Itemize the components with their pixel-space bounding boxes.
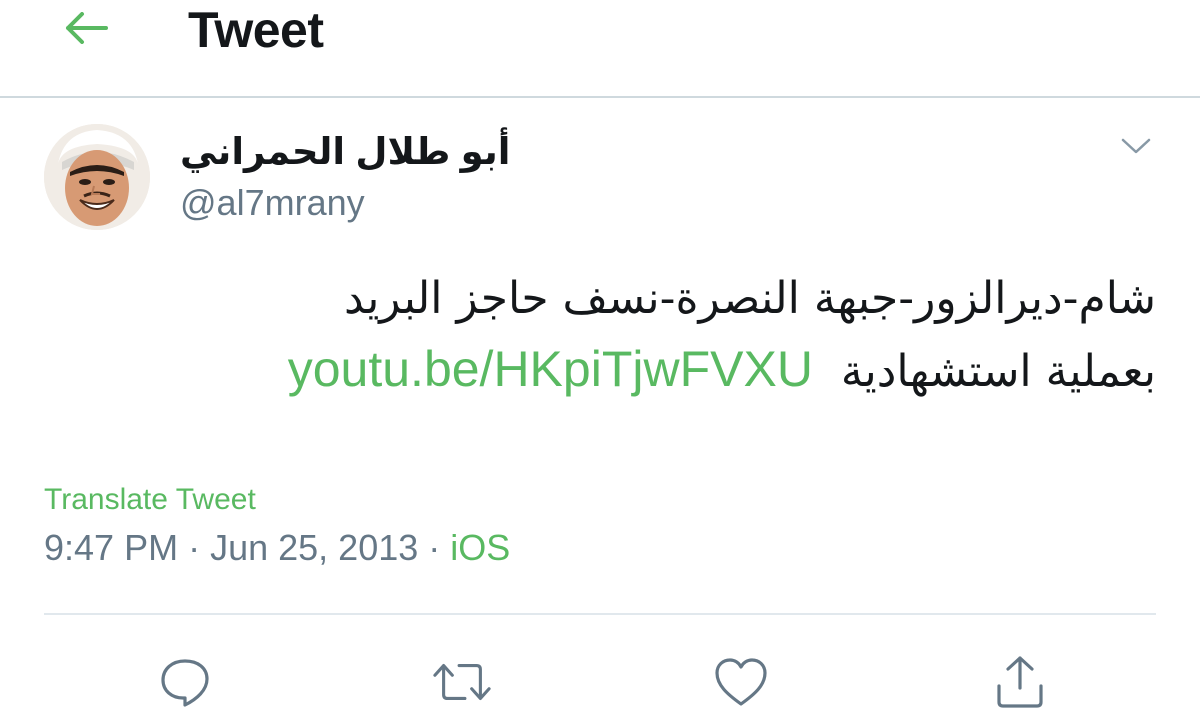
divider [44, 613, 1156, 615]
retweet-icon [433, 664, 491, 700]
tweet-text-line-1: شام-ديرالزور-جبهة النصرة-نسف حاجز البريد [343, 273, 1156, 324]
tweet-text-line-2-words: بعملية استشهادية [840, 346, 1156, 397]
tweet-meta: 9:47 PM · Jun 25, 2013 · iOS [44, 527, 510, 569]
back-button[interactable] [58, 6, 114, 50]
tweet-text-line-2: بعملية استشهادية youtu.be/HKpiTjwFVXU [46, 334, 1156, 407]
meta-separator: · [188, 527, 201, 568]
avatar-photo [44, 124, 150, 230]
arrow-left-icon [66, 12, 108, 44]
translate-tweet-link[interactable]: Translate Tweet [44, 482, 256, 518]
author-handle[interactable]: @al7mrany [180, 181, 365, 225]
avatar[interactable] [44, 124, 150, 230]
reply-icon [161, 659, 209, 707]
retweet-button[interactable] [432, 652, 492, 712]
tweet-date: Jun 25, 2013 [210, 527, 419, 568]
page-title: Tweet [188, 2, 324, 58]
tweet-time: 9:47 PM [44, 527, 179, 568]
tweet-source[interactable]: iOS [450, 527, 510, 568]
reply-button[interactable] [155, 652, 215, 712]
share-icon [997, 656, 1043, 708]
tweet-link[interactable]: youtu.be/HKpiTjwFVXU [288, 341, 813, 397]
more-options-button[interactable] [1112, 124, 1160, 168]
author-display-name[interactable]: أبو طلال الحمراني [180, 130, 510, 174]
top-bar: Tweet [0, 0, 1200, 98]
like-icon [715, 658, 767, 706]
meta-separator: · [428, 527, 441, 568]
like-button[interactable] [711, 652, 771, 712]
tweet-text: شام-ديرالزور-جبهة النصرة-نسف حاجز البريد… [46, 264, 1156, 407]
chevron-down-icon [1121, 138, 1151, 154]
share-button[interactable] [990, 652, 1050, 712]
